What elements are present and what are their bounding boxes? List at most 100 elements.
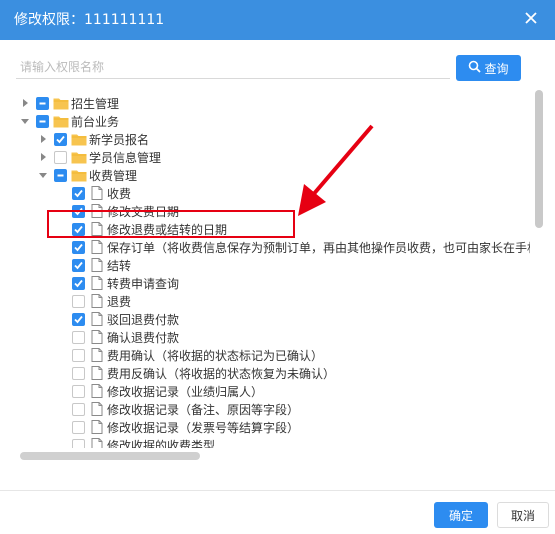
- tree-node-label: 修改收据的收费类型: [107, 438, 216, 449]
- horizontal-scrollbar[interactable]: [20, 452, 200, 460]
- tree-node[interactable]: 收费管理: [38, 166, 137, 184]
- tree-node[interactable]: 修改收据记录（备注、原因等字段）: [56, 400, 299, 418]
- tree-node[interactable]: 保存订单（将收费信息保存为预制订单，再由其他操作员收费，也可由家长在手机上: [56, 238, 530, 256]
- file-icon: [89, 186, 105, 200]
- tree-checkbox[interactable]: [72, 384, 85, 398]
- dialog-title: 修改权限：111111111: [14, 12, 165, 28]
- tree-node[interactable]: 前台业务: [20, 112, 119, 130]
- toggle-spacer: [56, 278, 66, 288]
- tree-node[interactable]: 修改收据记录（发票号等结算字段）: [56, 418, 299, 436]
- file-icon: [89, 294, 105, 308]
- tree-node-label: 保存订单（将收费信息保存为预制订单，再由其他操作员收费，也可由家长在手机上: [107, 240, 530, 255]
- vertical-scrollbar[interactable]: [535, 90, 543, 450]
- tree-checkbox[interactable]: [72, 258, 85, 272]
- tree-node[interactable]: 费用确认（将收据的状态标记为已确认）: [56, 346, 323, 364]
- toggle-spacer: [56, 332, 66, 342]
- tree-node-label: 前台业务: [71, 114, 120, 129]
- file-icon: [89, 438, 105, 448]
- tree-checkbox[interactable]: [72, 312, 85, 326]
- scrollbar-thumb[interactable]: [535, 90, 543, 228]
- tree-node-label: 退费: [107, 294, 132, 309]
- tree-checkbox[interactable]: [72, 402, 85, 416]
- tree-node[interactable]: 驳回退费付款: [56, 310, 179, 328]
- tree-checkbox[interactable]: [36, 114, 49, 128]
- expand-arrow-icon[interactable]: [20, 98, 30, 108]
- tree-node-label: 费用反确认（将收据的状态恢复为未确认）: [107, 366, 336, 381]
- tree-node-label: 修改收据记录（发票号等结算字段）: [107, 420, 300, 435]
- expand-arrow-icon[interactable]: [38, 152, 48, 162]
- tree-checkbox[interactable]: [72, 294, 85, 308]
- tree-checkbox[interactable]: [54, 150, 67, 164]
- file-icon: [89, 240, 105, 254]
- tree-node[interactable]: 新学员报名: [38, 130, 149, 148]
- tree-checkbox[interactable]: [72, 330, 85, 344]
- tree-node-label: 修改收据记录（备注、原因等字段）: [107, 402, 300, 417]
- search-button[interactable]: 查询: [456, 55, 521, 81]
- tree-checkbox[interactable]: [72, 348, 85, 362]
- toggle-spacer: [56, 260, 66, 270]
- toggle-spacer: [56, 386, 66, 396]
- ok-button[interactable]: 确定: [434, 502, 488, 528]
- toggle-spacer: [56, 422, 66, 432]
- tree-node[interactable]: 结转: [56, 256, 131, 274]
- tree-node-label: 收费管理: [89, 168, 138, 183]
- cancel-button[interactable]: 取消: [497, 502, 549, 528]
- tree-checkbox[interactable]: [72, 366, 85, 380]
- close-icon[interactable]: [523, 10, 539, 26]
- annotation-arrow: [298, 124, 374, 216]
- tree-node-label: 招生管理: [71, 96, 120, 111]
- tree-checkbox[interactable]: [36, 96, 49, 110]
- collapse-arrow-icon[interactable]: [38, 170, 48, 180]
- file-icon: [89, 366, 105, 380]
- toggle-spacer: [56, 188, 66, 198]
- tree-node-label: 收费: [107, 186, 132, 201]
- tree-checkbox[interactable]: [72, 438, 85, 448]
- tree-node[interactable]: 招生管理: [20, 94, 119, 112]
- file-icon: [89, 402, 105, 416]
- tree-checkbox[interactable]: [72, 186, 85, 200]
- tree-node[interactable]: 费用反确认（将收据的状态恢复为未确认）: [56, 364, 335, 382]
- tree-checkbox[interactable]: [54, 132, 67, 146]
- file-icon: [89, 258, 105, 272]
- folder-icon: [71, 150, 87, 164]
- toggle-spacer: [56, 440, 66, 448]
- file-icon: [89, 348, 105, 362]
- toggle-spacer: [56, 296, 66, 306]
- tree-node-label: 学员信息管理: [89, 150, 162, 165]
- highlight-box: [47, 210, 295, 238]
- tree-node[interactable]: 确认退费付款: [56, 328, 179, 346]
- tree-node[interactable]: 修改收据的收费类型: [56, 436, 215, 448]
- expand-arrow-icon[interactable]: [38, 134, 48, 144]
- toggle-spacer: [56, 350, 66, 360]
- toggle-spacer: [56, 314, 66, 324]
- tree-checkbox[interactable]: [72, 240, 85, 254]
- search-icon: [468, 60, 482, 76]
- tree-node[interactable]: 学员信息管理: [38, 148, 161, 166]
- tree-node[interactable]: 收费: [56, 184, 131, 202]
- folder-icon: [53, 114, 69, 128]
- toggle-spacer: [56, 242, 66, 252]
- folder-icon: [71, 132, 87, 146]
- tree-node[interactable]: 转费申请查询: [56, 274, 179, 292]
- tree-node-label: 结转: [107, 258, 132, 273]
- toggle-spacer: [56, 368, 66, 378]
- search-field-wrapper: [16, 57, 450, 79]
- file-icon: [89, 276, 105, 290]
- tree-node-label: 修改收据记录（业绩归属人）: [107, 384, 264, 399]
- tree-node[interactable]: 退费: [56, 292, 131, 310]
- search-button-label: 查询: [484, 61, 509, 76]
- tree-checkbox[interactable]: [72, 420, 85, 434]
- folder-icon: [71, 168, 87, 182]
- permission-dialog: 修改权限：111111111 查询 招生管理前台业务新学员报名学员信息管理收费管…: [0, 0, 555, 534]
- file-icon: [89, 420, 105, 434]
- permission-tree: 招生管理 前台业务 新学员报名 学员信息管理 收费管理 收费 修改交费日期 修改退费或结转的日…: [20, 92, 530, 448]
- tree-checkbox[interactable]: [54, 168, 67, 182]
- tree-node-label: 转费申请查询: [107, 276, 180, 291]
- tree-checkbox[interactable]: [72, 276, 85, 290]
- collapse-arrow-icon[interactable]: [20, 116, 30, 126]
- tree-node-label: 驳回退费付款: [107, 312, 180, 327]
- tree-node[interactable]: 修改收据记录（业绩归属人）: [56, 382, 263, 400]
- tree-node-label: 确认退费付款: [107, 330, 180, 345]
- tree-node-label: 费用确认（将收据的状态标记为已确认）: [107, 348, 324, 363]
- search-input[interactable]: [16, 57, 450, 77]
